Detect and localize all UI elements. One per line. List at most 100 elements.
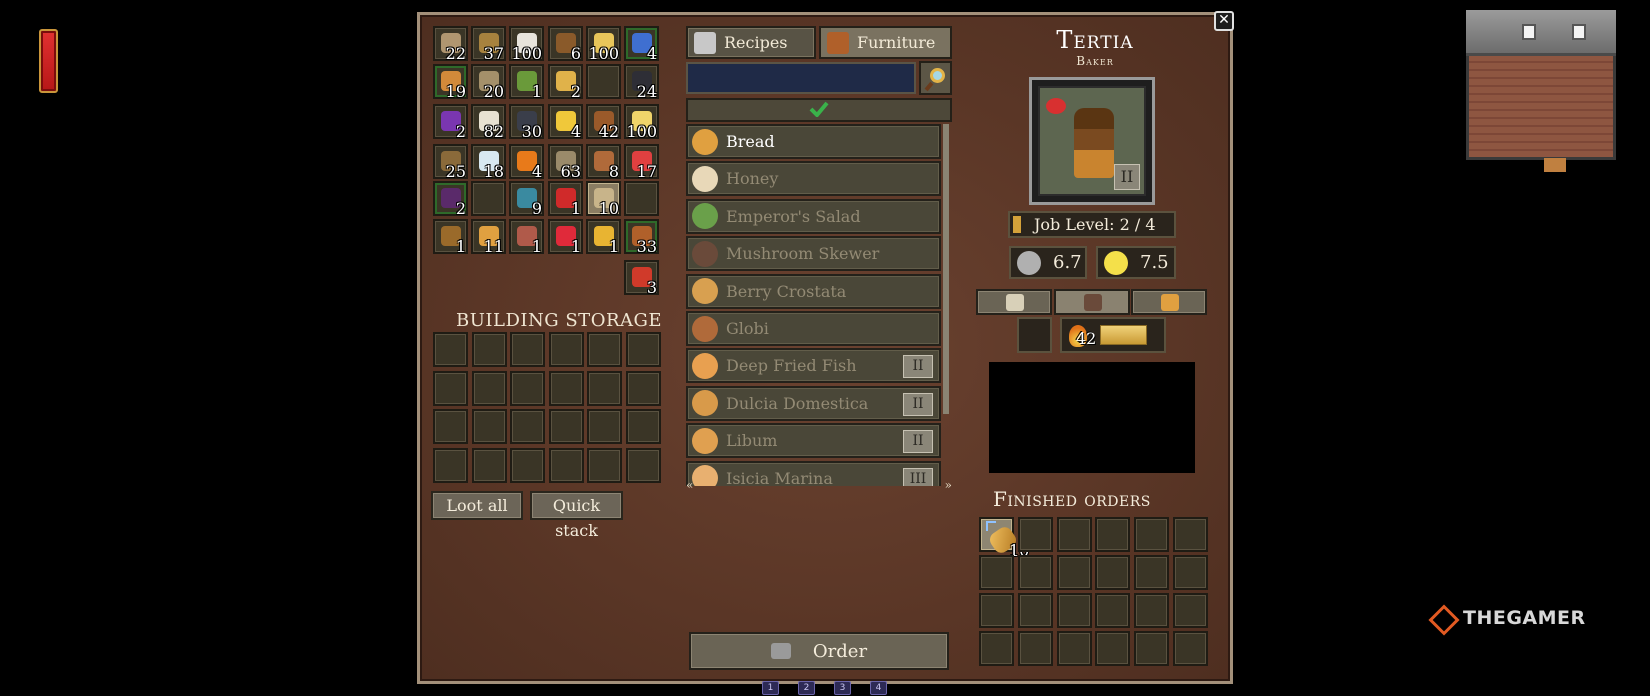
- storage-slot[interactable]: [625, 370, 661, 406]
- finished-order-slot[interactable]: [1056, 593, 1092, 628]
- inventory-slot[interactable]: 100: [624, 104, 659, 140]
- storage-slot[interactable]: [587, 447, 622, 483]
- recipe-item[interactable]: Globi: [686, 311, 941, 346]
- inventory-slot[interactable]: 1: [586, 219, 621, 255]
- storage-slot[interactable]: [471, 447, 507, 483]
- storage-slot[interactable]: [625, 332, 661, 367]
- finished-order-slot[interactable]: [1095, 517, 1131, 552]
- finished-order-slot[interactable]: [1095, 631, 1131, 666]
- finished-order-slot[interactable]: [1134, 555, 1170, 590]
- recipe-item[interactable]: Deep Fried Fish II: [686, 348, 941, 384]
- recipe-list[interactable]: Bread Honey Emperor's Salad Mushroom Skewer…: [686, 124, 952, 486]
- finished-order-slot[interactable]: [979, 631, 1014, 666]
- inventory-slot[interactable]: 33: [624, 219, 659, 255]
- finished-order-slot[interactable]: [1017, 593, 1053, 628]
- inventory-slot[interactable]: 63: [548, 144, 583, 180]
- storage-slot[interactable]: [548, 332, 584, 367]
- storage-slot[interactable]: [548, 370, 584, 406]
- tab-furniture[interactable]: Furniture: [819, 26, 952, 59]
- inventory-slot[interactable]: 1: [433, 219, 468, 255]
- inventory-slot[interactable]: 2: [433, 181, 468, 217]
- finished-order-slot[interactable]: [1017, 631, 1053, 666]
- storage-slot[interactable]: [433, 370, 468, 406]
- inventory-slot[interactable]: 42: [586, 104, 621, 140]
- inventory-slot[interactable]: 30: [509, 104, 544, 140]
- storage-slot[interactable]: [587, 332, 622, 367]
- subtab-notes[interactable]: [976, 289, 1052, 315]
- finished-order-slot[interactable]: [1095, 555, 1131, 590]
- recipe-item[interactable]: Emperor's Salad: [686, 198, 941, 234]
- finished-order-slot[interactable]: [1056, 555, 1092, 590]
- storage-slot[interactable]: [471, 370, 507, 406]
- filter-toggle[interactable]: [686, 98, 952, 122]
- hotbar-slot[interactable]: 4: [870, 681, 887, 695]
- inventory-slot[interactable]: 4: [624, 26, 659, 62]
- recipe-item[interactable]: Berry Crostata: [686, 273, 941, 309]
- inventory-slot[interactable]: 17: [624, 144, 659, 180]
- finished-order-slot[interactable]: [1134, 631, 1170, 666]
- search-input[interactable]: [686, 62, 916, 94]
- inventory-slot[interactable]: [586, 64, 621, 99]
- loot-all-button[interactable]: Loot all: [431, 491, 523, 520]
- hotbar-slot[interactable]: 3: [834, 681, 851, 695]
- inventory-slot[interactable]: 8: [586, 144, 621, 180]
- inventory-slot[interactable]: 1: [548, 181, 583, 217]
- storage-slot[interactable]: [433, 447, 468, 483]
- inventory-slot[interactable]: 100: [509, 26, 544, 62]
- storage-slot[interactable]: [548, 409, 584, 444]
- storage-slot[interactable]: [433, 332, 468, 367]
- finished-order-slot[interactable]: [1173, 593, 1208, 628]
- storage-slot[interactable]: [510, 332, 545, 367]
- finished-order-slot[interactable]: [1056, 517, 1092, 552]
- finished-order-slot[interactable]: [979, 593, 1014, 628]
- hotbar-slot[interactable]: 1: [762, 681, 779, 695]
- subtab-villager[interactable]: [1054, 289, 1130, 315]
- recipe-list-scroll-arrows[interactable]: « »: [686, 478, 952, 492]
- inventory-slot[interactable]: 82: [471, 104, 506, 140]
- finished-order-slot[interactable]: [1173, 555, 1208, 590]
- recipe-item[interactable]: Honey: [686, 161, 941, 197]
- inventory-slot[interactable]: 1: [509, 64, 544, 100]
- inventory-slot[interactable]: 6: [548, 26, 583, 62]
- inventory-slot[interactable]: [624, 181, 659, 216]
- subtab-house[interactable]: [1131, 289, 1207, 315]
- inventory-slot[interactable]: 22: [433, 26, 468, 62]
- storage-slot[interactable]: [471, 409, 507, 444]
- storage-slot[interactable]: [548, 447, 584, 483]
- close-button[interactable]: ✕: [1214, 11, 1234, 31]
- recipe-item[interactable]: Bread: [686, 124, 941, 159]
- finished-order-slot[interactable]: [1173, 517, 1208, 552]
- finished-order-slot[interactable]: [1056, 631, 1092, 666]
- inventory-slot[interactable]: 2: [433, 104, 468, 140]
- inventory-slot[interactable]: 4: [509, 144, 544, 180]
- finished-order-slot[interactable]: [1134, 517, 1170, 552]
- fuel-slot[interactable]: [1017, 317, 1052, 353]
- storage-slot[interactable]: [510, 409, 545, 444]
- storage-slot[interactable]: [587, 370, 622, 406]
- order-button[interactable]: Order: [689, 632, 949, 670]
- quick-stack-button[interactable]: Quick stack: [530, 491, 623, 540]
- inventory-slot[interactable]: 18: [471, 144, 506, 180]
- inventory-slot[interactable]: 19: [433, 64, 468, 100]
- inventory-slot[interactable]: 1: [509, 219, 544, 255]
- tab-recipes[interactable]: Recipes: [686, 26, 816, 59]
- finished-order-slot[interactable]: [1134, 593, 1170, 628]
- inventory-slot[interactable]: 2: [548, 64, 583, 100]
- recipe-item[interactable]: Mushroom Skewer: [686, 236, 941, 272]
- storage-slot[interactable]: [471, 332, 507, 367]
- minimap[interactable]: [1466, 10, 1616, 175]
- inventory-slot[interactable]: 3: [624, 260, 659, 296]
- storage-slot[interactable]: [510, 447, 545, 483]
- search-button[interactable]: [919, 61, 952, 95]
- storage-slot[interactable]: [510, 370, 545, 406]
- inventory-slot[interactable]: 11: [471, 219, 506, 255]
- inventory-slot[interactable]: 20: [471, 64, 506, 100]
- inventory-slot[interactable]: [471, 181, 506, 216]
- recipe-item[interactable]: Dulcia Domestica II: [686, 385, 941, 421]
- inventory-slot[interactable]: 1: [548, 219, 583, 255]
- inventory-slot[interactable]: 25: [433, 144, 468, 180]
- inventory-slot[interactable]: 24: [624, 64, 659, 100]
- finished-order-slot[interactable]: [1017, 555, 1053, 590]
- finished-order-slot[interactable]: [1173, 631, 1208, 666]
- inventory-slot[interactable]: 9: [509, 181, 544, 217]
